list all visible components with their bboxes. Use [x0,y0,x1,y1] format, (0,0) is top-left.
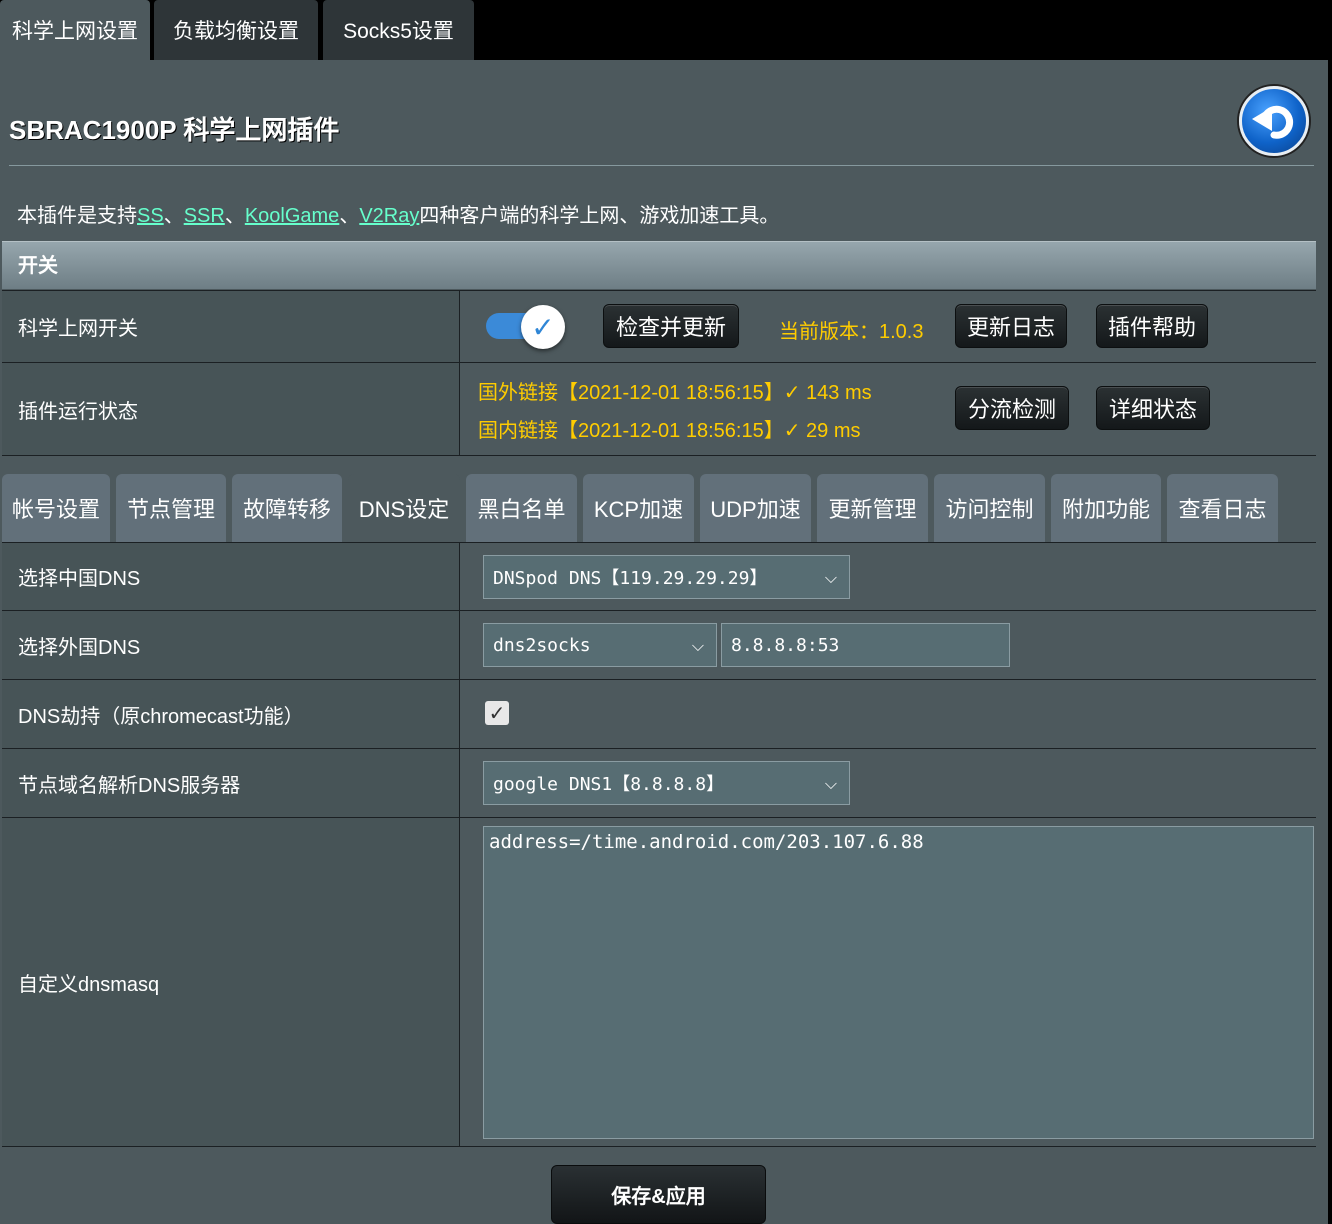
top-tab-label: 科学上网设置 [12,20,138,43]
section-header-switch: 开关 [2,241,1316,289]
top-tab-label: Socks5设置 [343,20,454,43]
switch-row: 科学上网开关 ✓ 检查并更新 当前版本：1.0.3 更新日志 插件帮助 [2,290,1316,362]
changelog-button[interactable]: 更新日志 [955,304,1067,348]
tab-addons[interactable]: 附加功能 [1051,474,1161,542]
chevron-down-icon: ⌵ [824,774,837,793]
version-text: 当前版本：1.0.3 [779,321,924,343]
tab-failover[interactable]: 故障转移 [232,474,342,542]
title-divider [9,165,1314,166]
save-apply-button[interactable]: 保存&应用 [551,1165,766,1224]
tab-kcp[interactable]: KCP加速 [583,474,694,542]
status-row-value: 国外链接【2021-12-01 18:56:15】✓ 143 ms 国内链接【2… [461,363,1316,455]
page-title: SBRAC1900P 科学上网插件 [9,115,340,145]
status-row: 插件运行状态 国外链接【2021-12-01 18:56:15】✓ 143 ms… [2,362,1316,456]
dnsmasq-row: 自定义dnsmasq address=/time.android.com/203… [2,817,1316,1147]
dnsmasq-textarea[interactable]: address=/time.android.com/203.107.6.88 [483,826,1314,1139]
foreign-dns-value: dns2socks ⌵ 8.8.8.8:53 [461,611,1316,679]
detail-status-button[interactable]: 详细状态 [1096,386,1210,430]
dnsmasq-label: 自定义dnsmasq [2,818,460,1146]
help-button[interactable]: 插件帮助 [1096,304,1208,348]
intro-suffix: 四种客户端的科学上网、游戏加速工具。 [419,205,780,227]
checkmark-icon: ✓ [521,305,565,349]
back-button[interactable] [1239,86,1309,156]
switch-row-value: ✓ 检查并更新 当前版本：1.0.3 更新日志 插件帮助 [461,291,1316,362]
china-dns-select[interactable]: DNSpod DNS【119.29.29.29】 ⌵ [483,555,850,599]
tab-nodes[interactable]: 节点管理 [116,474,226,542]
tab-access-control[interactable]: 访问控制 [934,474,1045,542]
node-resolve-dns-selected: google DNS1【8.8.8.8】 [493,774,725,795]
intro-text: 本插件是支持SS、SSR、KoolGame、V2Ray四种客户端的科学上网、游戏… [17,199,779,228]
domestic-status: 国内链接【2021-12-01 18:56:15】✓ 29 ms [478,420,861,442]
node-resolve-dns-select[interactable]: google DNS1【8.8.8.8】 ⌵ [483,761,850,805]
intro-separator: 、 [163,205,184,227]
tab-update[interactable]: 更新管理 [817,474,928,542]
china-dns-selected: DNSpod DNS【119.29.29.29】 [493,568,768,589]
link-v2ray[interactable]: V2Ray [359,205,419,227]
intro-prefix: 本插件是支持 [17,205,137,227]
link-koolgame[interactable]: KoolGame [245,205,340,227]
checkmark-icon: ✓ [488,702,506,725]
chevron-down-icon: ⌵ [691,636,704,655]
switch-row-label: 科学上网开关 [2,291,460,362]
foreign-dns-server-input[interactable]: 8.8.8.8:53 [721,623,1010,667]
tab-logs[interactable]: 查看日志 [1167,474,1278,542]
dns-hijack-label: DNS劫持（原chromecast功能） [2,680,460,748]
top-tab-socks5[interactable]: Socks5设置 [323,0,474,60]
top-tab-bar: 科学上网设置 负载均衡设置 Socks5设置 [0,0,1332,60]
dns-hijack-checkbox[interactable]: ✓ [485,701,509,725]
top-tab-label: 负载均衡设置 [173,20,299,43]
node-resolve-dns-row: 节点域名解析DNS服务器 google DNS1【8.8.8.8】 ⌵ [2,748,1316,817]
tab-udp[interactable]: UDP加速 [700,474,811,542]
dns-hijack-row: DNS劫持（原chromecast功能） ✓ [2,679,1316,748]
top-tab-proxy-settings[interactable]: 科学上网设置 [0,0,150,60]
tab-dns[interactable]: DNS设定 [348,474,460,542]
china-dns-value: DNSpod DNS【119.29.29.29】 ⌵ [461,543,1316,610]
sub-tab-bar: 帐号设置 节点管理 故障转移 DNS设定 黑白名单 KCP加速 UDP加速 更新… [0,474,1332,542]
foreign-status: 国外链接【2021-12-01 18:56:15】✓ 143 ms [478,382,872,404]
back-arrow-icon [1252,105,1294,139]
foreign-dns-mode-selected: dns2socks [493,634,591,656]
foreign-dns-mode-select[interactable]: dns2socks ⌵ [483,623,717,667]
intro-separator: 、 [224,205,245,227]
chevron-down-icon: ⌵ [824,568,837,587]
foreign-dns-row: 选择外国DNS dns2socks ⌵ 8.8.8.8:53 [2,610,1316,679]
tab-blackwhite-list[interactable]: 黑白名单 [466,474,577,542]
dnsmasq-value: address=/time.android.com/203.107.6.88 [461,818,1316,1146]
china-dns-label: 选择中国DNS [2,543,460,610]
node-resolve-dns-label: 节点域名解析DNS服务器 [2,749,460,817]
node-resolve-dns-value: google DNS1【8.8.8.8】 ⌵ [461,749,1316,817]
intro-separator: 、 [339,205,360,227]
foreign-dns-label: 选择外国DNS [2,611,460,679]
status-row-label: 插件运行状态 [2,363,460,455]
tab-account[interactable]: 帐号设置 [2,474,110,542]
link-ss[interactable]: SS [137,205,164,227]
check-update-button[interactable]: 检查并更新 [603,304,739,348]
split-check-button[interactable]: 分流检测 [955,386,1069,430]
dns-hijack-value: ✓ [461,680,1316,748]
link-ssr[interactable]: SSR [184,205,225,227]
top-tab-load-balance[interactable]: 负载均衡设置 [154,0,318,60]
china-dns-row: 选择中国DNS DNSpod DNS【119.29.29.29】 ⌵ [2,542,1316,610]
